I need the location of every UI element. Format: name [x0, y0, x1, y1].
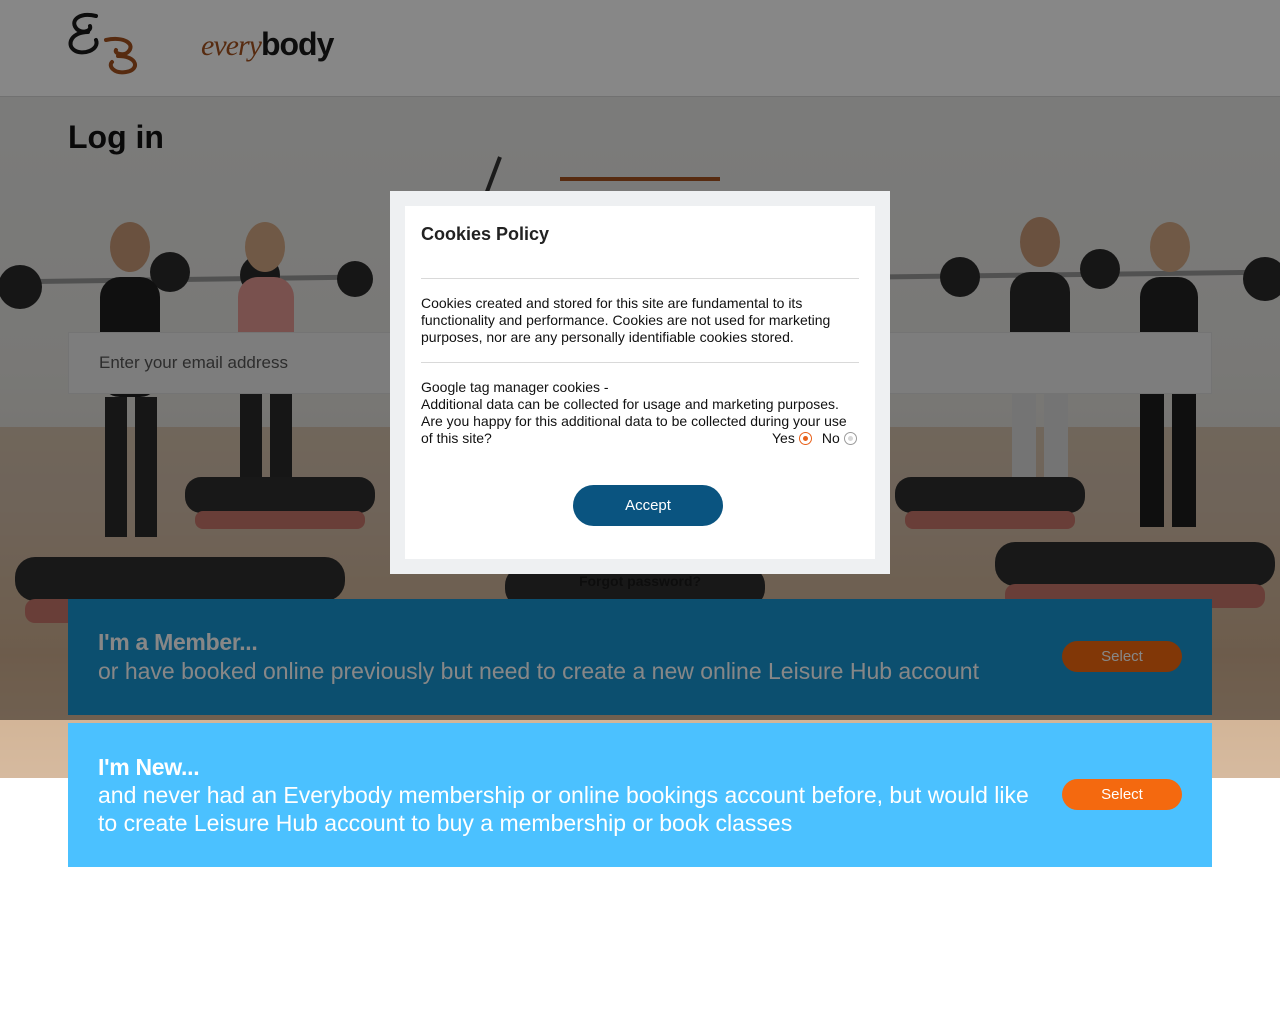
new-user-select-button[interactable]: Select	[1062, 779, 1182, 810]
cookie-modal-title: Cookies Policy	[421, 224, 550, 244]
modal-divider	[421, 278, 859, 279]
no-label: No	[821, 430, 840, 446]
no-radio[interactable]	[843, 431, 857, 445]
google-tag-description: Additional data can be collected for usa…	[421, 396, 839, 412]
yes-radio[interactable]	[798, 431, 812, 445]
new-user-card-description: and never had an Everybody membership or…	[98, 782, 1029, 836]
new-user-card[interactable]: I'm New... and never had an Everybody me…	[68, 723, 1212, 867]
google-tag-heading: Google tag manager cookies -	[421, 379, 609, 395]
accept-button[interactable]: Accept	[573, 485, 723, 526]
consent-radio-group: Yes No	[772, 430, 857, 446]
yes-label: Yes	[772, 430, 795, 446]
cookie-policy-text: Cookies created and stored for this site…	[421, 295, 831, 345]
page: everybody Log in Enter your email addres…	[0, 0, 1280, 1025]
cookie-modal: Cookies Policy Cookies created and store…	[405, 206, 875, 559]
cookie-modal-frame: Cookies Policy Cookies created and store…	[390, 191, 890, 574]
modal-divider	[421, 362, 859, 363]
new-user-card-title: I'm New...	[98, 754, 200, 780]
